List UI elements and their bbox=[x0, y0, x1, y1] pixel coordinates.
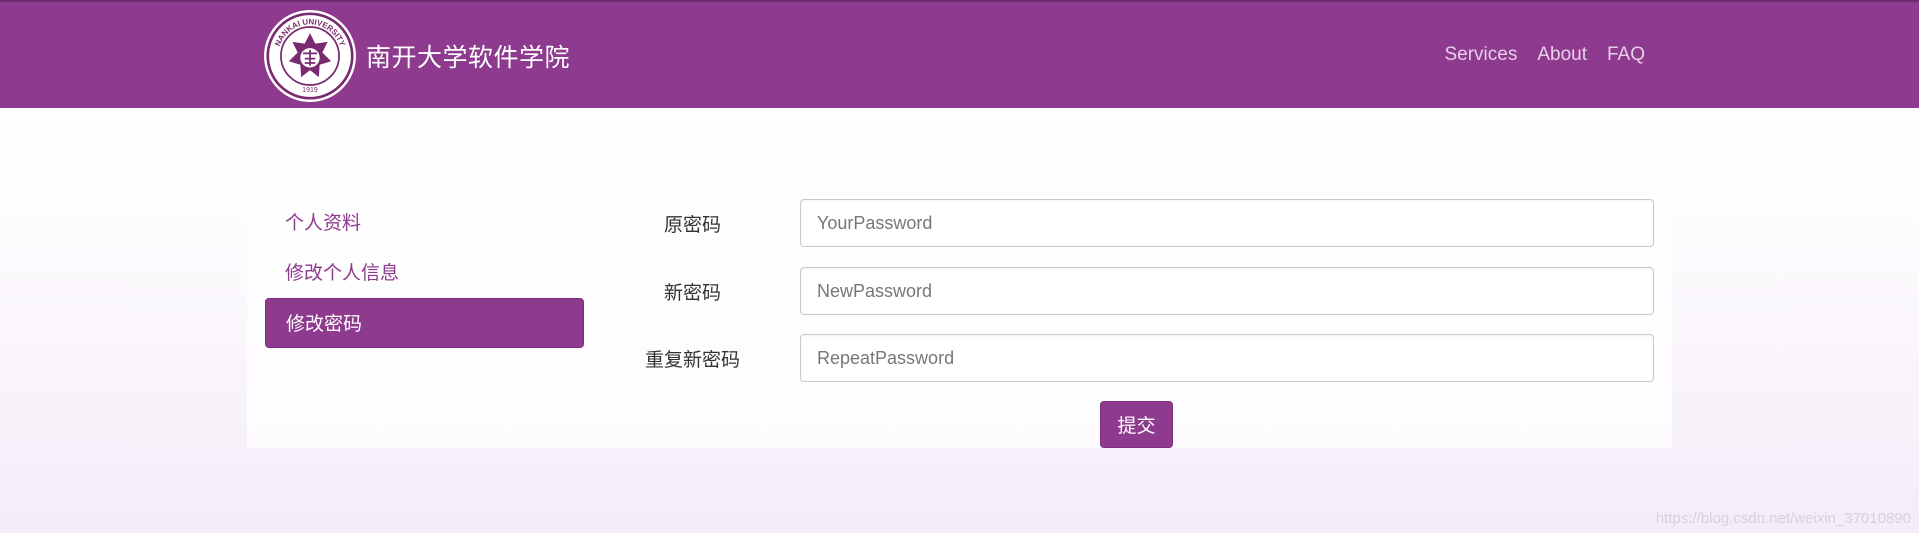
repeat-password-row: 重复新密码 bbox=[620, 333, 1654, 383]
sidebar-item-change-password[interactable]: 修改密码 bbox=[265, 298, 584, 348]
sidebar-item-edit-info[interactable]: 修改个人信息 bbox=[265, 248, 584, 298]
old-password-row: 原密码 bbox=[620, 198, 1654, 248]
sidebar-item-profile[interactable]: 个人资料 bbox=[265, 198, 584, 248]
site-title: 南开大学软件学院 bbox=[366, 43, 571, 72]
repeat-password-input[interactable] bbox=[800, 334, 1654, 382]
new-password-input[interactable] bbox=[800, 267, 1654, 315]
main-nav: Services About FAQ bbox=[1444, 44, 1645, 66]
top-navbar: NANKAI UNIVERSITY 1919 南开大学软件学院 Services… bbox=[0, 0, 1919, 108]
old-password-input[interactable] bbox=[800, 199, 1654, 247]
nav-faq-link[interactable]: FAQ bbox=[1607, 44, 1645, 66]
nankai-university-seal-icon: NANKAI UNIVERSITY 1919 bbox=[264, 10, 356, 102]
old-password-label: 原密码 bbox=[663, 213, 721, 236]
submit-button[interactable]: 提交 bbox=[1100, 401, 1173, 448]
new-password-row: 新密码 bbox=[620, 266, 1654, 316]
watermark-text: https://blog.csdn.net/weixin_37010890 bbox=[1655, 510, 1911, 527]
sidebar-menu: 个人资料 修改个人信息 修改密码 bbox=[265, 198, 584, 348]
repeat-password-label: 重复新密码 bbox=[644, 348, 740, 371]
brand[interactable]: NANKAI UNIVERSITY 1919 南开大学软件学院 bbox=[264, 10, 570, 102]
nav-about-link[interactable]: About bbox=[1537, 44, 1587, 66]
nav-services-link[interactable]: Services bbox=[1444, 44, 1517, 66]
new-password-label: 新密码 bbox=[663, 281, 721, 304]
svg-text:1919: 1919 bbox=[302, 87, 318, 94]
